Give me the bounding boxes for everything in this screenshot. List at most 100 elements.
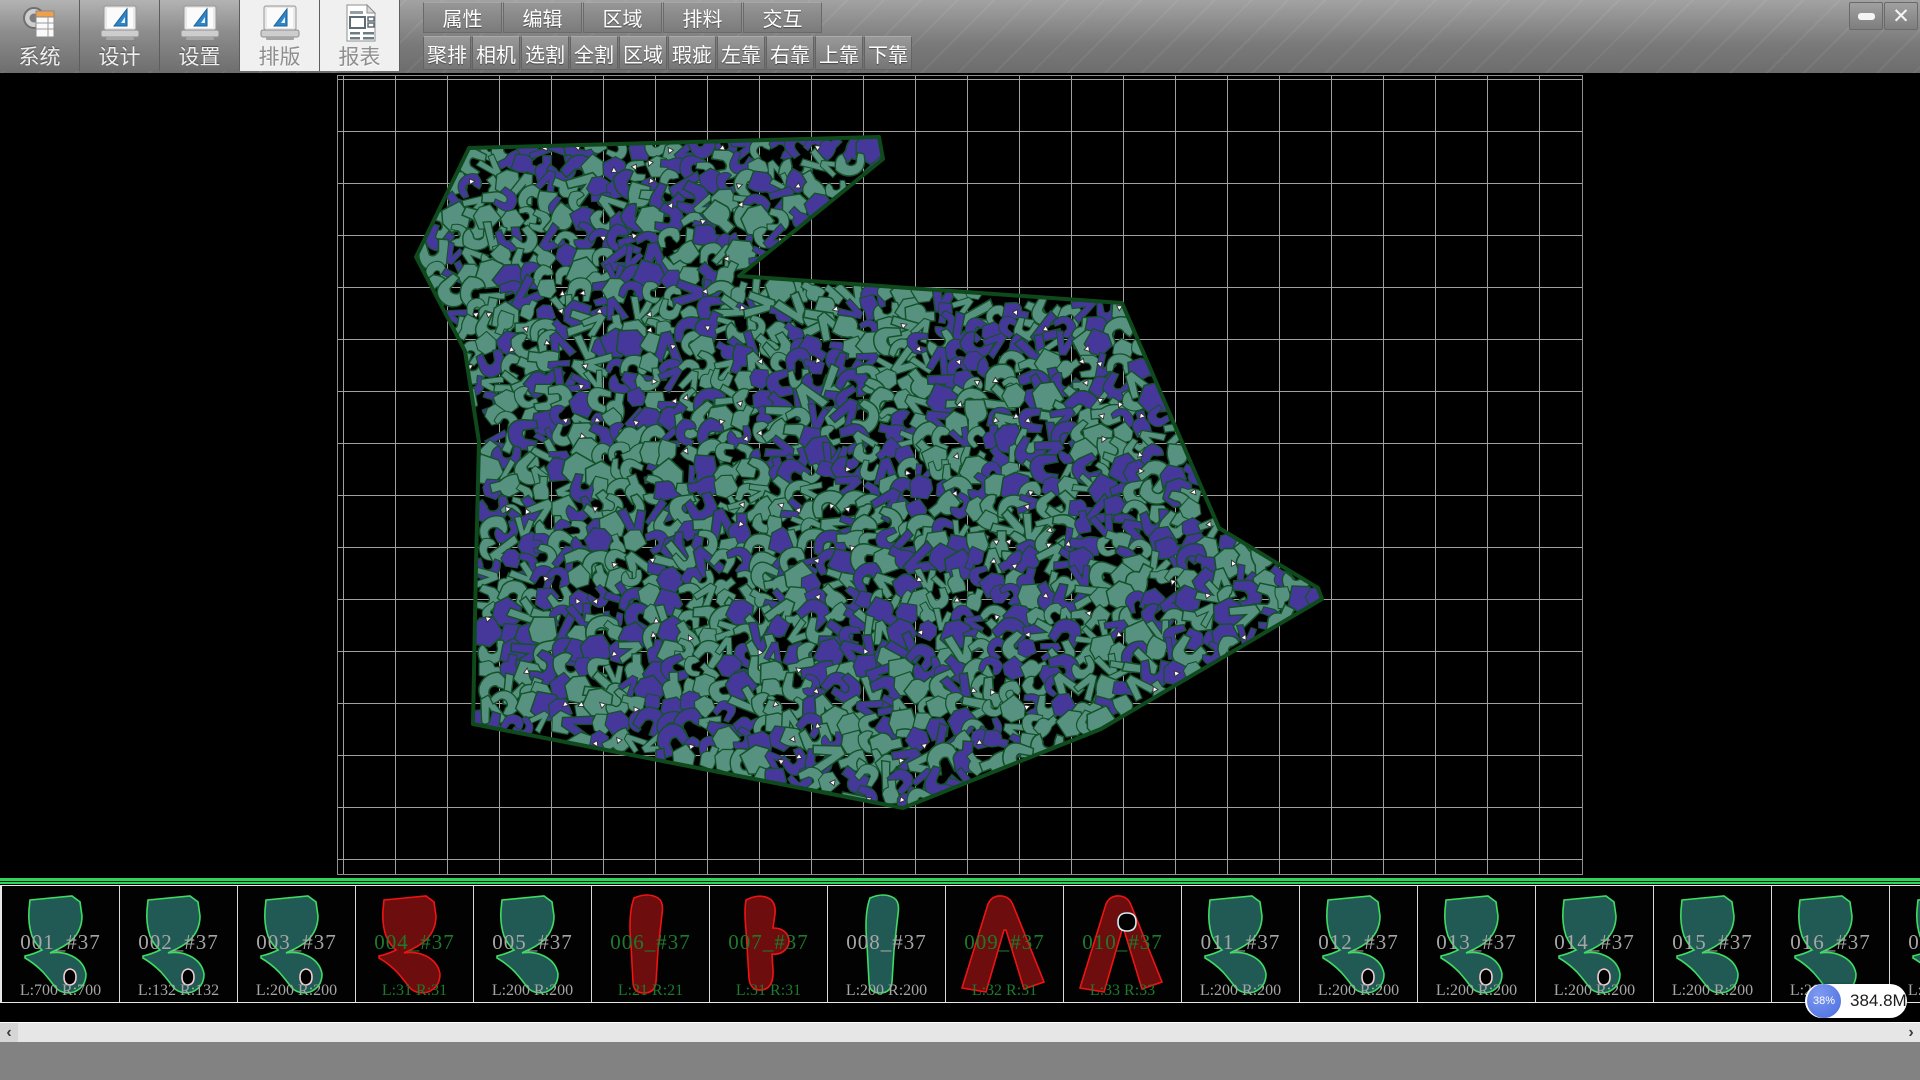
report-doc-icon [340,3,380,43]
piece-lr-label: L:200 R:200 [1654,982,1771,1000]
tool-camera[interactable]: 相机 [472,36,520,70]
app-tab-bar: 系统 设计 设置 排版 [0,0,400,71]
menu-bar: 属性编辑区域排料交互 [423,2,823,33]
menu-properties[interactable]: 属性 [423,2,502,33]
piece-id-label: 001_#37 [2,930,119,955]
tool-snap-right[interactable]: 右靠 [766,36,814,70]
piece-lr-label: L:200 R:200 [1536,982,1653,1000]
piece-id-label: 016_#37 [1772,930,1889,955]
piece-lr-label: L:32 R:31 [946,982,1063,1000]
piece-lr-label: L:132 R:132 [120,982,237,1000]
piece-thumbnail[interactable]: 014_#37 L:200 R:200 [1536,886,1654,1002]
progress-percent: 38% [1813,995,1835,1007]
status-bar [0,1042,1920,1080]
progress-percent-badge: 38% [1807,984,1841,1018]
piece-id-label: 015_#37 [1654,930,1771,955]
piece-thumbnail[interactable]: 006_#37 L:21 R:21 [592,886,710,1002]
piece-lr-label: L:700 R:700 [2,982,119,1000]
app-tab-system[interactable]: 系统 [0,0,80,71]
piece-thumbnail[interactable]: 003_#37 L:200 R:200 [238,886,356,1002]
piece-thumbnail[interactable]: 008_#37 L:200 R:200 [828,886,946,1002]
minimize-icon [1858,13,1875,20]
piece-lr-label: L:200 R:200 [474,982,591,1000]
tool-snap-left[interactable]: 左靠 [717,36,765,70]
nesting-canvas[interactable] [337,75,1583,875]
set-square-icon [178,4,222,42]
piece-lr-label: L:200 R:200 [1300,982,1417,1000]
piece-id-label: 009_#37 [946,930,1063,955]
minimize-button[interactable] [1849,2,1883,30]
close-icon: ✕ [1892,6,1910,27]
piece-thumbnail[interactable]: 015_#37 L:200 R:200 [1654,886,1772,1002]
piece-thumbnail[interactable]: 004_#37 L:31 R:31 [356,886,474,1002]
tool-cut-all[interactable]: 全割 [570,36,618,70]
menu-interaction[interactable]: 交互 [743,2,822,33]
tool-defect[interactable]: 瑕疵 [668,36,716,70]
progress-badge: 38% 384.8M [1805,984,1907,1018]
app-tab-label: 报表 [339,45,381,70]
nesting-canvas-svg [337,75,1583,875]
piece-thumbnail[interactable]: 005_#37 L:200 R:200 [474,886,592,1002]
piece-id-label: 014_#37 [1536,930,1653,955]
piece-thumbnail[interactable]: 010_#37 L:33 R:33 [1064,886,1182,1002]
piece-id-label: 006_#37 [592,930,709,955]
piece-lr-label: L:33 R:33 [1064,982,1181,1000]
piece-id-label: 008_#37 [828,930,945,955]
menu-region[interactable]: 区域 [583,2,662,33]
scroll-right-button[interactable]: › [1902,1023,1920,1042]
piece-lr-label: L:31 R:31 [710,982,827,1000]
piece-thumbnail[interactable]: 001_#37 L:700 R:700 [2,886,120,1002]
canvas-area [0,75,1920,878]
app-tab-label: 系统 [19,45,61,70]
piece-id-label: 012_#37 [1300,930,1417,955]
piece-id-label: 013_#37 [1418,930,1535,955]
memory-usage: 384.8M [1850,991,1907,1011]
app-tab-nesting[interactable]: 排版 [240,0,320,71]
menu-edit[interactable]: 编辑 [503,2,582,33]
tool-cluster-nest[interactable]: 聚排 [423,36,471,70]
piece-id-label: 011_#37 [1182,930,1299,955]
tool-snap-bottom[interactable]: 下靠 [864,36,912,70]
strip-divider [0,878,1920,885]
application-window: 系统 设计 设置 排版 [0,0,1920,1080]
piece-thumbnail[interactable]: 011_#37 L:200 R:200 [1182,886,1300,1002]
piece-lr-label: L:200 R:200 [238,982,355,1000]
window-controls: ✕ [1849,2,1918,30]
piece-lr-label: L:31 R:31 [356,982,473,1000]
piece-id-label: 003_#37 [238,930,355,955]
app-tab-label: 设计 [99,45,141,70]
app-tab-report[interactable]: 报表 [320,0,400,71]
piece-id-label: 005_#37 [474,930,591,955]
piece-lr-label: L:21 R:21 [592,982,709,1000]
toolbar: 聚排相机选割全割区域瑕疵左靠右靠上靠下靠 [423,36,913,70]
piece-thumbnail[interactable]: 012_#37 L:200 R:200 [1300,886,1418,1002]
tool-region[interactable]: 区域 [619,36,667,70]
piece-thumbnail-strip: 001_#37 L:700 R:700 002_#37 L:132 R:132 … [0,885,1920,1003]
scroll-left-button[interactable]: ‹ [0,1023,18,1042]
piece-id-label: 010_#37 [1064,930,1181,955]
app-tab-label: 设置 [179,45,221,70]
piece-thumbnail[interactable]: 013_#37 L:200 R:200 [1418,886,1536,1002]
menu-nest-material[interactable]: 排料 [663,2,742,33]
app-tab-label: 排版 [259,45,301,70]
piece-id-label: 007_#37 [710,930,827,955]
piece-thumbnail[interactable]: 002_#37 L:132 R:132 [120,886,238,1002]
app-tab-settings[interactable]: 设置 [160,0,240,71]
piece-lr-label: L:200 R:200 [1418,982,1535,1000]
piece-id-label: 004_#37 [356,930,473,955]
piece-lr-label: L:200 R:200 [828,982,945,1000]
tool-snap-top[interactable]: 上靠 [815,36,863,70]
set-square-icon [98,4,142,42]
horizontal-scrollbar[interactable]: ‹ › [0,1022,1920,1042]
app-tab-design[interactable]: 设计 [80,0,160,71]
close-button[interactable]: ✕ [1884,2,1918,30]
piece-id-label: 017_#37 [1890,930,1920,955]
piece-id-label: 002_#37 [120,930,237,955]
gear-table-icon [19,3,61,43]
tool-select-cut[interactable]: 选割 [521,36,569,70]
piece-lr-label: L:200 R:200 [1182,982,1299,1000]
piece-thumbnail[interactable]: 007_#37 L:31 R:31 [710,886,828,1002]
set-square-icon [258,4,302,42]
piece-thumbnail[interactable]: 009_#37 L:32 R:31 [946,886,1064,1002]
title-bar: 系统 设计 设置 排版 [0,0,1920,75]
